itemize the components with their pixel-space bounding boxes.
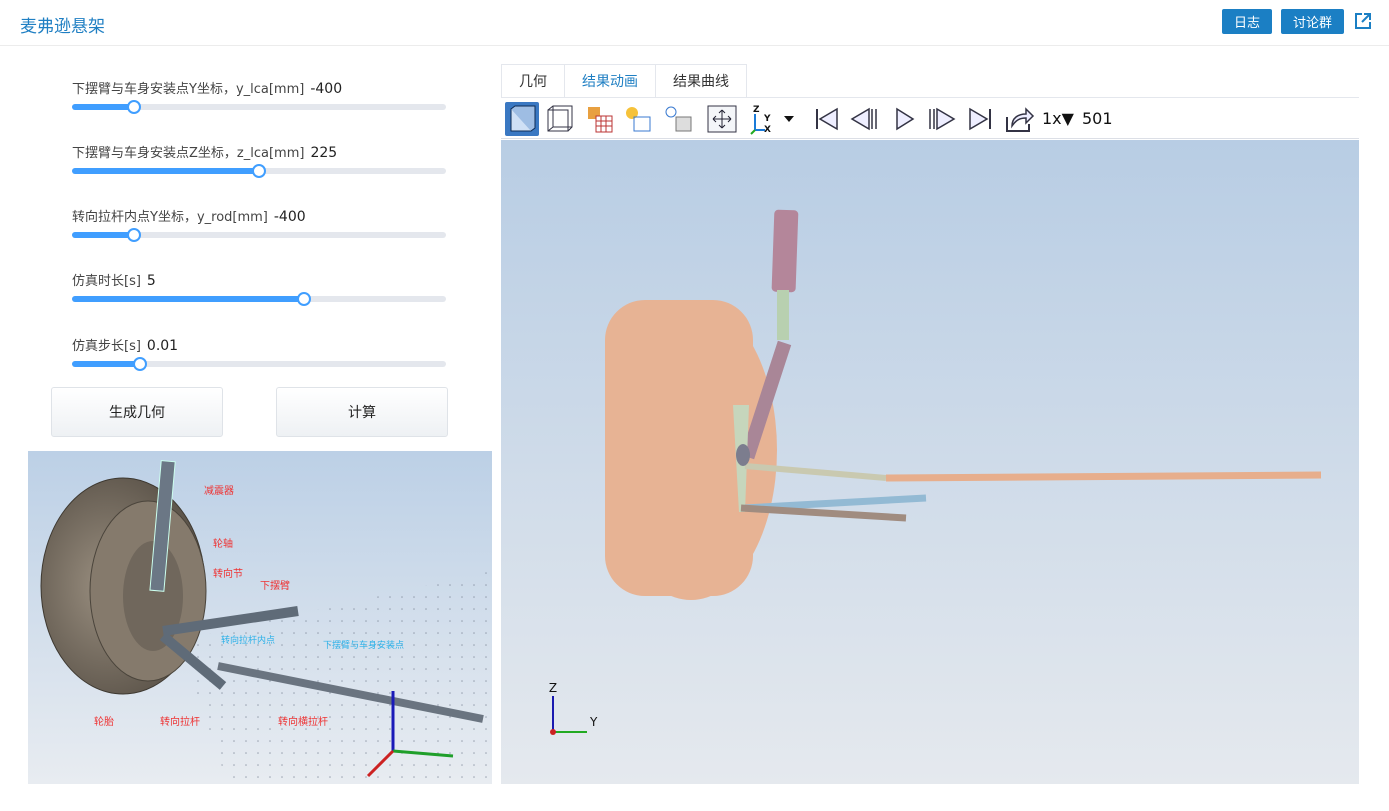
animation-viewport[interactable]: Z Y [501,140,1359,784]
param-label: 仿真时长[s] 5 [72,270,156,289]
param-label: 仿真步长[s] 0.01 [72,335,178,354]
param-slider-thumb[interactable] [126,228,141,242]
param-slider-track[interactable] [72,357,446,371]
param-slider-thumb[interactable] [133,357,148,371]
param-label-text: 仿真步长[s] [72,339,141,354]
external-link-icon[interactable] [1354,12,1372,30]
param-label-text: 下摆臂与车身安装点Y坐标，y_lca[mm] [72,82,305,97]
suspension-schematic-image: 减震器 轮轴 转向节 下摆臂 转向拉杆内点 下摆臂与车身安装点 轮胎 转向拉杆 … [28,451,492,784]
param-label: 下摆臂与车身安装点Z坐标，z_lca[mm] 225 [72,142,337,161]
param-slider-fill [72,361,141,367]
param-slider-fill [72,296,304,302]
param-slider-fill [72,232,134,238]
tab-result-curves[interactable]: 结果曲线 [655,64,747,97]
axis-orientation-icon[interactable]: Z Y X [747,102,799,136]
param-value: 0.01 [146,338,179,354]
label-tie-rod-inner: 转向拉杆内点 [221,634,275,646]
label-lca-mount: 下摆臂与车身安装点 [323,639,404,651]
step-back-icon[interactable] [847,102,881,136]
param-slider-track[interactable] [72,228,446,242]
play-icon[interactable] [887,102,921,136]
skip-last-icon[interactable] [964,102,998,136]
discuss-group-button[interactable]: 讨论群 [1281,9,1344,34]
generate-geometry-button[interactable]: 生成几何 [51,387,223,437]
param-label-text: 仿真时长[s] [72,274,141,289]
compute-button[interactable]: 计算 [276,387,448,437]
skip-first-icon[interactable] [809,102,843,136]
svg-text:Y: Y [763,114,771,124]
label-knuckle: 转向节 [213,567,243,580]
viewer-tabs: 几何 结果动画 结果曲线 [501,64,747,97]
frame-counter: 501 [1082,109,1113,128]
tab-geometry[interactable]: 几何 [501,64,565,97]
param-value: -400 [310,81,343,97]
param-value: 225 [310,145,338,161]
fit-view-icon[interactable] [705,102,739,136]
playback-speed-select[interactable]: 1x▼ [1042,109,1074,128]
tab-result-animation[interactable]: 结果动画 [564,64,656,97]
viewport-axis-z: Z [549,681,557,695]
light-box-icon[interactable] [622,102,656,136]
param-value: -400 [273,209,306,225]
label-steering-rod: 转向横拉杆 [278,715,328,728]
param-slider-thumb[interactable] [252,164,266,178]
param-label: 下摆臂与车身安装点Y坐标，y_lca[mm] -400 [72,78,342,97]
export-icon[interactable] [1002,102,1036,136]
step-forward-icon[interactable] [925,102,959,136]
label-lower-arm: 下摆臂 [260,579,290,592]
param-slider-track[interactable] [72,100,446,114]
label-tie-rod: 转向拉杆 [160,715,200,728]
log-button[interactable]: 日志 [1222,9,1272,34]
param-slider-thumb[interactable] [296,292,311,306]
param-label-text: 下摆臂与车身安装点Z坐标，z_lca[mm] [72,146,305,161]
grid-view-icon[interactable] [583,102,617,136]
svg-text:Z: Z [753,105,760,115]
param-label-text: 转向拉杆内点Y坐标，y_rod[mm] [72,210,268,225]
viewer-toolbar: Z Y X 1x▼ 501 [501,97,1359,139]
label-tire: 轮胎 [94,715,114,728]
wireframe-view-icon[interactable] [543,102,577,136]
solid-view-icon[interactable] [505,102,539,136]
param-slider-fill [72,168,259,174]
param-slider-fill [72,104,134,110]
app-header: 麦弗逊悬架 日志 讨论群 [0,0,1389,46]
page-title: 麦弗逊悬架 [20,17,105,37]
label-hub: 轮轴 [213,537,233,550]
param-slider-track[interactable] [72,292,446,306]
param-slider-track[interactable] [72,164,446,178]
label-shock-absorber: 减震器 [204,485,234,497]
param-value: 5 [146,273,156,289]
param-slider-thumb[interactable] [126,100,141,114]
param-label: 转向拉杆内点Y坐标，y_rod[mm] -400 [72,206,306,225]
light-cube-icon[interactable] [662,102,696,136]
viewport-axis-y: Y [589,715,598,729]
svg-text:X: X [764,125,771,135]
